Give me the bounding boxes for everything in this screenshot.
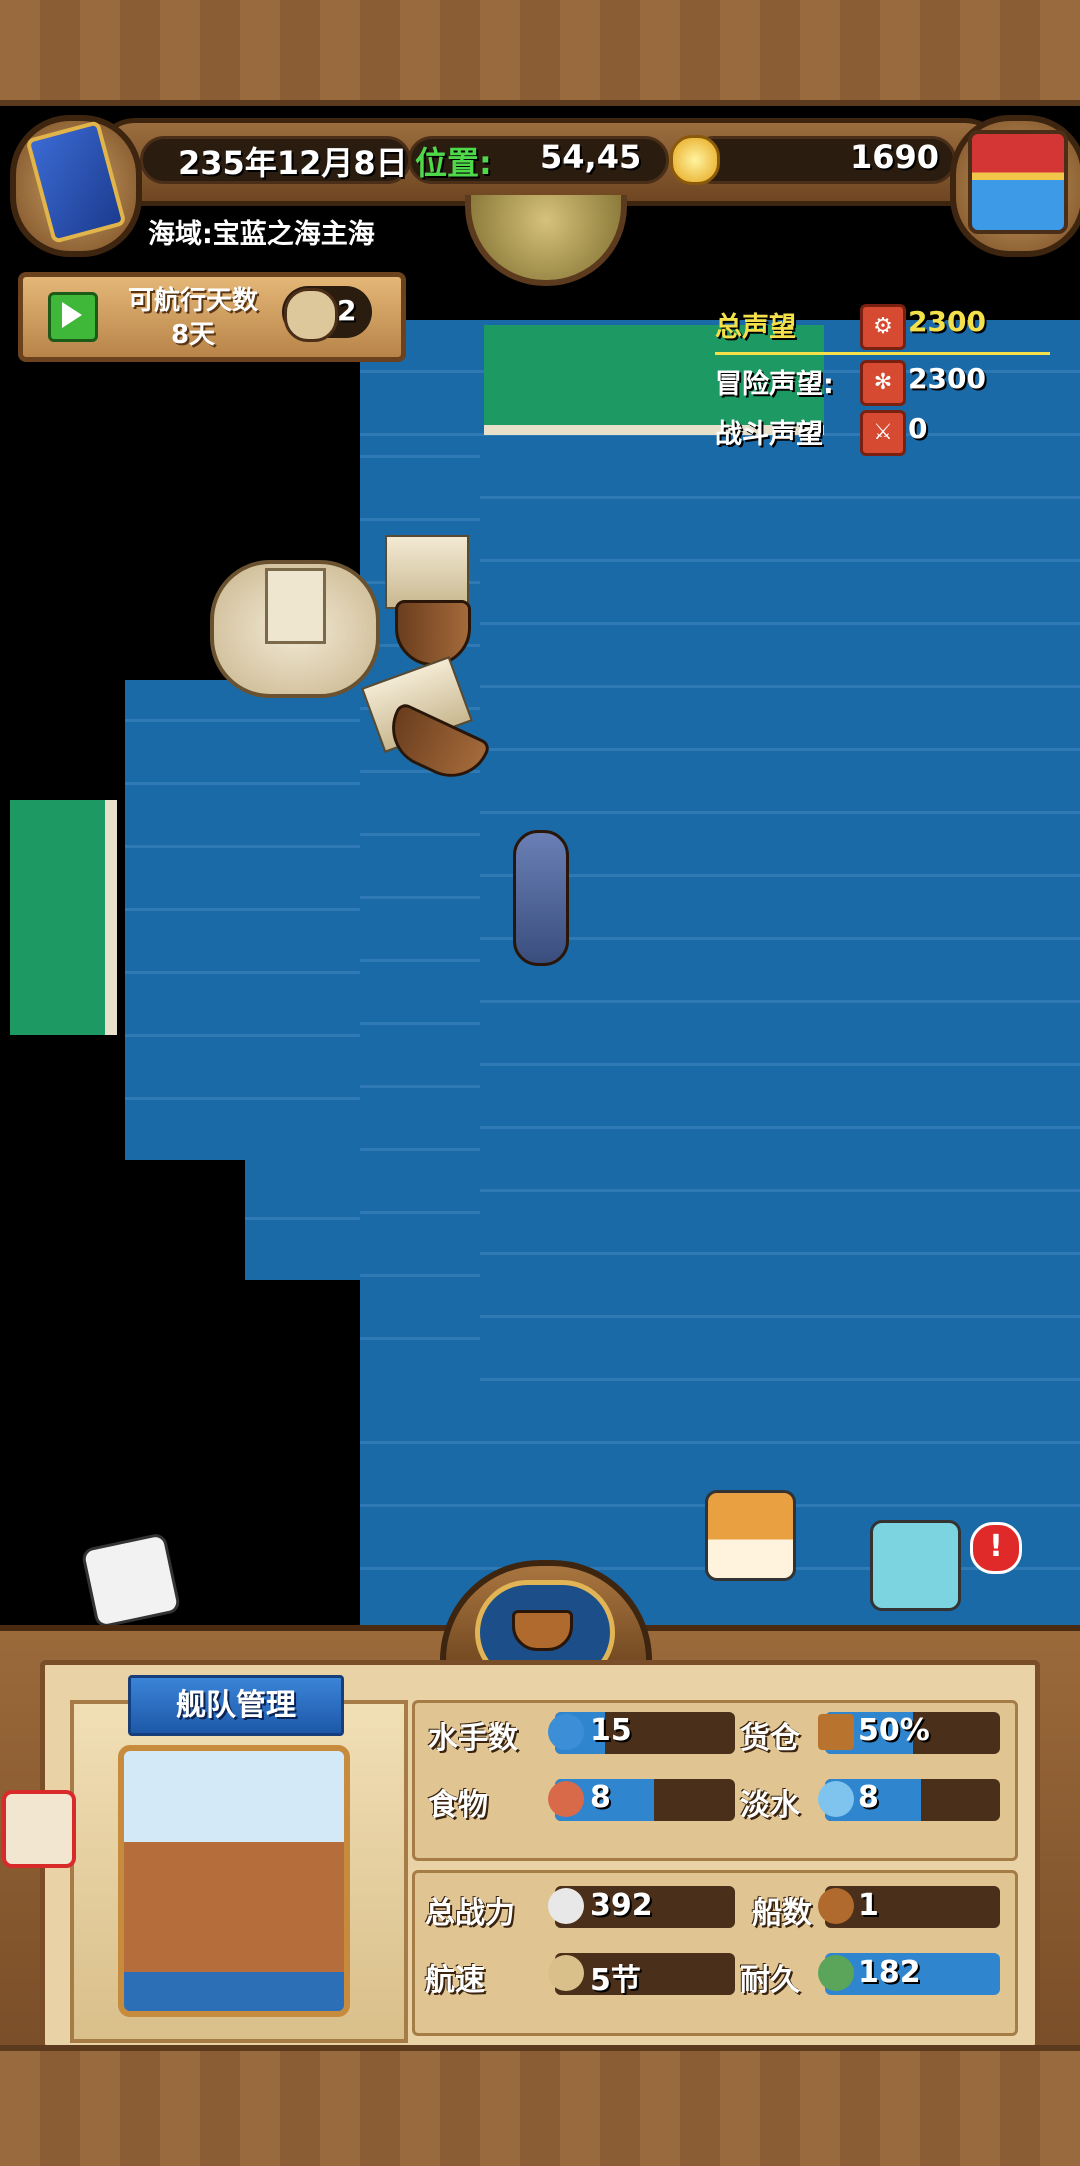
adventure-reputation-value: 2300 — [908, 362, 986, 395]
compass-icon — [284, 288, 338, 342]
meat-icon — [548, 1781, 584, 1817]
water-value: 8 — [858, 1780, 879, 1815]
cyan-cat-pet[interactable] — [870, 1520, 961, 1611]
world-map-globe-button[interactable] — [465, 195, 627, 286]
sailors-value: 15 — [590, 1713, 632, 1748]
speed-multiplier: 2 — [337, 294, 357, 327]
white-cube-pet[interactable] — [80, 1531, 182, 1630]
battle-reputation-icon: ⚔ — [860, 410, 906, 456]
battle-reputation-value: 0 — [908, 412, 928, 445]
days-label: 可航行天数 — [127, 286, 258, 316]
gold-amount: 1690 — [850, 138, 940, 176]
sailing-speed-label: 航速 — [425, 1963, 485, 1998]
food-label: 食物 — [428, 1788, 488, 1823]
cargo-value: 50% — [858, 1713, 930, 1748]
ship-emblem-icon — [512, 1610, 573, 1651]
alert-badge[interactable]: ! — [970, 1522, 1022, 1574]
durability-label: 耐久 — [740, 1963, 800, 1998]
sea-region-label: 海域:宝蓝之海主海 — [148, 219, 375, 250]
top-wood-frame — [0, 0, 1080, 106]
shiba-dog-pet[interactable] — [705, 1490, 796, 1581]
bottom-wood-frame — [0, 2045, 1080, 2166]
total-reputation-value: 2300 — [908, 305, 986, 338]
combat-power-label: 总战力 — [425, 1896, 515, 1931]
player-ship[interactable] — [513, 830, 569, 966]
merchant-ship-sail-1 — [385, 535, 469, 609]
sailors-label: 水手数 — [428, 1721, 518, 1756]
ship-interior-portrait[interactable] — [118, 1745, 350, 2017]
game-date: 235年12月8日 — [178, 144, 408, 182]
position-label: 位置: — [415, 144, 492, 182]
captain-avatar-button[interactable] — [2, 1790, 76, 1868]
treasure-chest-icon — [968, 130, 1068, 234]
ship-count-label: 船数 — [752, 1896, 812, 1931]
durability-hull-icon — [818, 1955, 854, 1991]
fleet-management-banner[interactable]: 舰队管理 — [128, 1675, 344, 1736]
water-label: 淡水 — [740, 1788, 800, 1823]
adventure-reputation-label: 冒险声望: — [715, 369, 834, 400]
food-value: 8 — [590, 1780, 611, 1815]
skull-crossbones-icon — [548, 1888, 584, 1924]
town-tower — [265, 568, 326, 644]
play-icon — [62, 302, 82, 328]
durability-value: 182 — [858, 1955, 921, 1990]
combat-power-value: 392 — [590, 1888, 653, 1923]
total-reputation-icon: ⚙ — [860, 304, 906, 350]
cargo-crate-icon — [818, 1714, 854, 1750]
sailor-icon — [548, 1714, 584, 1750]
fleet-management-title: 舰队管理 — [176, 1688, 296, 1723]
cargo-label: 货仓 — [740, 1721, 800, 1756]
gold-coin-icon — [670, 135, 720, 185]
ship-count-value: 1 — [858, 1888, 879, 1923]
adventure-reputation-icon: ✻ — [860, 360, 906, 406]
days-value: 8天 — [170, 320, 216, 350]
sea-area-left[interactable] — [125, 680, 365, 1160]
total-reputation-label: 总声望 — [715, 312, 796, 343]
sailing-speed-value: 5节 — [590, 1963, 641, 1998]
sailing-ship-icon — [548, 1955, 584, 1991]
sea-area-step1[interactable] — [245, 1160, 365, 1280]
water-jug-icon — [818, 1781, 854, 1817]
land-left — [10, 800, 117, 1035]
boat-icon — [818, 1888, 854, 1924]
battle-reputation-label: 战斗声望 — [715, 419, 823, 450]
reputation-divider — [715, 352, 1050, 355]
position-value: 54,45 — [540, 138, 642, 176]
